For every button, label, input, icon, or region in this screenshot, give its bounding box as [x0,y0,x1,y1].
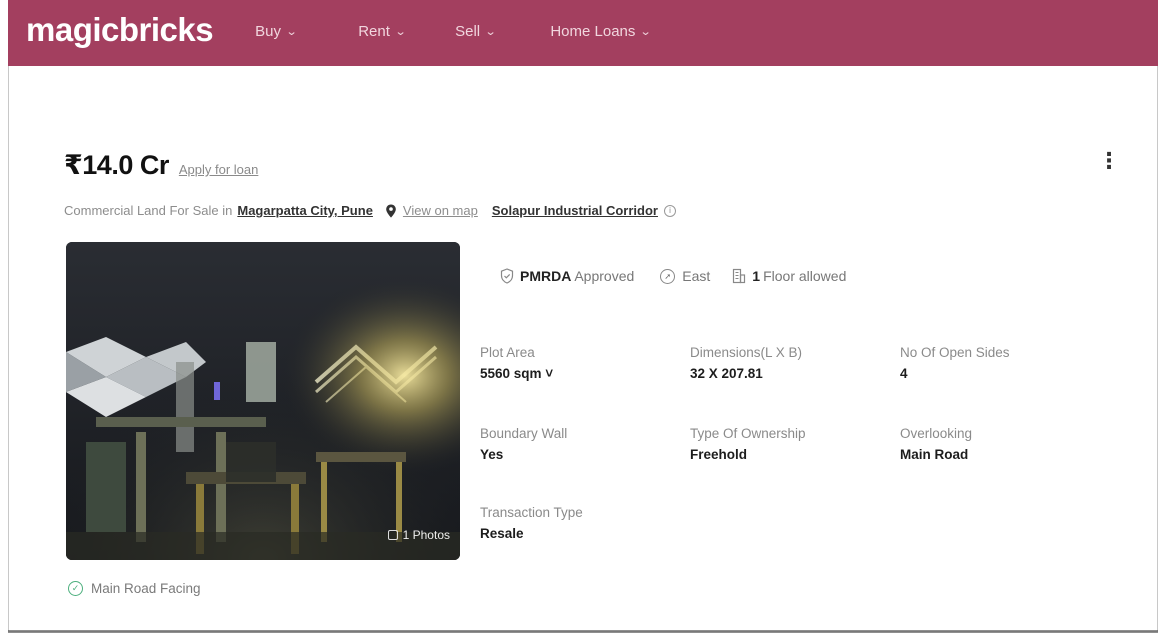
nav-home-loans-label: Home Loans [550,22,636,40]
spec-dimensions: Dimensions(L X B) 32 X 207.81 [690,345,802,381]
photos-count-label: 1 Photos [402,528,450,542]
shield-check-icon [500,268,514,284]
facing-badge: ➚ East [660,268,710,284]
floors-badge: 1 Floor allowed [732,268,846,284]
main-road-facing-feature: ✓ Main Road Facing [68,581,201,596]
spec-open-sides: No Of Open Sides 4 [900,345,1010,381]
spec-value[interactable]: 5560 sqm ˅ [480,366,553,381]
price-row: ₹14.0 Cr Apply for loan [64,150,258,181]
floors-text: Floor allowed [763,268,847,284]
spec-value: Freehold [690,447,748,462]
chevron-down-icon: ⌄ [484,25,497,38]
restaurant-interior-image [66,242,460,560]
listing-subtitle: Commercial Land For Sale in Magarpatta C… [64,203,676,218]
approval-text: Approved [574,268,635,284]
spec-value: Main Road [900,447,969,462]
nav-rent[interactable]: Rent ⌄ [358,22,407,40]
magicbricks-logo[interactable]: magicbricks [26,11,214,49]
spec-boundary-wall: Boundary Wall Yes [480,426,567,462]
view-on-map-link[interactable]: View on map [403,203,478,218]
spec-value: 4 [900,366,908,381]
spec-value: Resale [480,526,524,541]
corridor-link[interactable]: Solapur Industrial Corridor [492,203,658,218]
spec-label: Dimensions(L X B) [690,345,803,360]
spec-label: Type Of Ownership [690,426,806,441]
spec-ownership: Type Of Ownership Freehold [690,426,806,462]
spec-label: Boundary Wall [480,426,568,441]
check-circle-icon: ✓ [68,581,83,596]
map-pin-icon [386,204,396,217]
spec-transaction-type: Transaction Type Resale [480,505,583,541]
chevron-down-icon: ⌄ [285,25,298,38]
floors-count: 1 [752,268,761,284]
listing-price: ₹14.0 Cr [64,150,169,180]
approval-authority: PMRDA [520,268,572,284]
spec-plot-area: Plot Area 5560 sqm ˅ [480,345,553,381]
spec-label: No Of Open Sides [900,345,1010,360]
compass-icon: ➚ [660,268,676,284]
more-options-icon[interactable]: ⋮ [1098,150,1120,172]
chevron-down-icon: ⌄ [394,25,407,38]
top-nav-bar: magicbricks Buy ⌄ Rent ⌄ Sell ⌄ Home Loa… [8,0,1158,66]
nav-buy[interactable]: Buy ⌄ [255,22,298,40]
approval-badge: PMRDA Approved [500,268,634,284]
nav-sell[interactable]: Sell ⌄ [455,22,497,40]
subtitle-prefix: Commercial Land For Sale in [64,203,233,218]
spec-label: Plot Area [480,345,535,360]
nav-rent-label: Rent [358,22,390,40]
nav-home-loans[interactable]: Home Loans ⌄ [550,22,652,40]
spec-overlooking: Overlooking Main Road [900,426,972,462]
divider [8,630,1158,633]
apply-for-loan-link[interactable]: Apply for loan [179,162,259,177]
building-icon [733,268,746,284]
spec-value: 32 X 207.81 [690,366,763,381]
spec-value: Yes [480,447,504,462]
photos-count-badge[interactable]: 1 Photos [387,528,450,542]
spec-label: Transaction Type [480,505,583,520]
gallery-icon [387,530,398,540]
chevron-down-icon: ⌄ [640,25,652,38]
nav-buy-label: Buy [255,22,281,40]
property-photo[interactable]: 1 Photos [66,242,460,560]
facing-text: East [682,268,711,284]
feature-label: Main Road Facing [91,581,201,596]
nav-sell-label: Sell [455,22,481,40]
spec-label: Overlooking [900,426,973,441]
location-link[interactable]: Magarpatta City, Pune [237,203,373,218]
key-highlights: PMRDA Approved ➚ East 1 Floor allowed [500,268,846,284]
info-icon[interactable]: i [663,204,676,217]
